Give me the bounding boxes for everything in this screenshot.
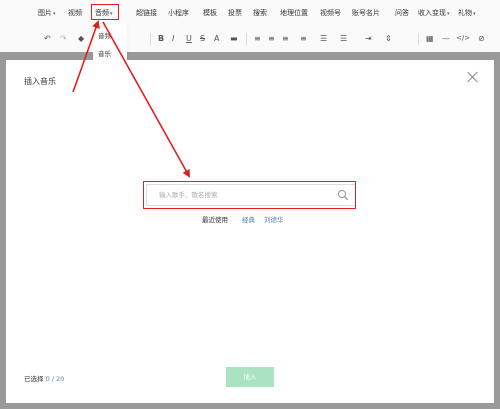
line-spacing-icon[interactable]: ⇕ <box>385 34 392 43</box>
dialog-title: 插入音乐 <box>24 77 56 86</box>
menu-qa[interactable]: 问答 <box>395 8 409 18</box>
code-icon[interactable]: </> <box>456 34 470 42</box>
quick-link-artist[interactable]: 刘德华 <box>264 214 284 224</box>
selected-label: 已选择 <box>24 375 44 383</box>
menu-template[interactable]: 模板 <box>203 8 217 18</box>
toolbar-divider <box>150 33 151 45</box>
indent-icon[interactable]: ⇥ <box>365 34 372 43</box>
unordered-list-icon[interactable]: ☰ <box>340 34 347 43</box>
background-color-icon[interactable]: ▬ <box>230 34 238 43</box>
menu-hyperlink[interactable]: 超链接 <box>136 8 157 18</box>
menu-channels[interactable]: 视频号 <box>320 8 341 18</box>
chevron-down-icon: ▾ <box>473 11 476 17</box>
menu-vote[interactable]: 投票 <box>228 8 242 18</box>
menu-location[interactable]: 地理位置 <box>280 8 308 18</box>
dropdown-item-audio[interactable]: 音频 <box>98 30 111 40</box>
selected-count: 已选择 0 / 20 <box>24 373 64 383</box>
menu-gift[interactable]: 礼物▾ <box>458 8 476 18</box>
underline-icon[interactable]: U <box>186 34 192 43</box>
menu-monetize[interactable]: 收入变现▾ <box>418 8 450 18</box>
redo-icon[interactable]: ↷ <box>60 34 67 43</box>
menu-image-label: 图片 <box>38 9 52 17</box>
recent-label: 最近使用 <box>202 216 228 224</box>
chevron-down-icon: ▾ <box>447 11 450 17</box>
toolbar-divider <box>418 33 419 45</box>
strikethrough-icon[interactable]: S <box>200 34 205 43</box>
align-justify-icon[interactable]: ≡ <box>300 34 307 43</box>
dropdown-item-music[interactable]: 音乐 <box>98 48 111 58</box>
font-color-icon[interactable]: A <box>214 34 219 43</box>
menu-image[interactable]: 图片▾ <box>38 8 56 18</box>
align-left-icon[interactable]: ≡ <box>254 34 261 43</box>
menu-search[interactable]: 搜索 <box>253 8 267 18</box>
toolbar-divider <box>246 33 247 45</box>
align-right-icon[interactable]: ≡ <box>282 34 289 43</box>
menu-monetize-label: 收入变现 <box>418 9 446 17</box>
divider-line-icon[interactable]: — <box>442 34 450 43</box>
insert-button[interactable]: 插入 <box>226 367 274 387</box>
insert-music-dialog: 插入音乐 最近使用 经典 刘德华 已选择 0 / 20 插入 <box>6 60 494 403</box>
menu-video[interactable]: 视频 <box>68 8 82 18</box>
link-icon[interactable]: ⊘ <box>478 34 485 43</box>
quick-link-classic[interactable]: 经典 <box>242 214 255 224</box>
menu-miniprogram[interactable]: 小程序 <box>168 8 189 18</box>
audio-dropdown-menu: 音频 音乐 <box>93 24 127 60</box>
annotation-highlight-audio-menu <box>91 4 119 20</box>
chevron-down-icon: ▾ <box>53 11 56 17</box>
close-icon[interactable] <box>466 70 480 84</box>
undo-icon[interactable]: ↶ <box>44 34 51 43</box>
bold-icon[interactable]: B <box>158 34 164 43</box>
selected-number: 0 / 20 <box>45 375 65 383</box>
editor-menubar: 图片▾ 视频 音频▾ 超链接 小程序 模板 投票 搜索 地理位置 视频号 账号名… <box>0 0 500 26</box>
menu-account-card[interactable]: 账号名片 <box>352 8 380 18</box>
menu-gift-label: 礼物 <box>458 9 472 17</box>
italic-icon[interactable]: I <box>172 34 174 43</box>
ordered-list-icon[interactable]: ☰ <box>320 34 327 43</box>
align-center-icon[interactable]: ≡ <box>268 34 275 43</box>
format-toolbar: ↶ ↷ ◆ B I U S A ▬ ≡ ≡ ≡ ≡ ☰ ☰ ⇥ ⇕ ▦ — </… <box>0 26 500 52</box>
annotation-highlight-search-box <box>143 181 356 209</box>
table-icon[interactable]: ▦ <box>426 34 434 43</box>
eraser-icon[interactable]: ◆ <box>78 34 84 43</box>
